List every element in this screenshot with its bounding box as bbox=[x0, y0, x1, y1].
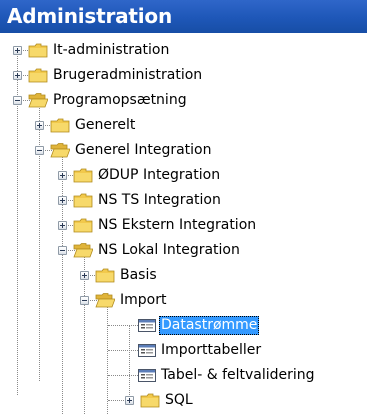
tree-item-label[interactable]: NS Ekstern Integration bbox=[96, 216, 258, 235]
tree-item-label[interactable]: Generelt bbox=[73, 116, 137, 135]
tree-item-sql[interactable]: SQL bbox=[0, 388, 367, 413]
form-icon bbox=[138, 369, 156, 382]
tree-item-label[interactable]: Basis bbox=[118, 266, 159, 285]
expand-plus-icon[interactable] bbox=[58, 196, 67, 205]
administration-panel: Administration It-administration Brugera… bbox=[0, 0, 367, 414]
collapse-minus-icon[interactable] bbox=[13, 96, 22, 105]
panel-header: Administration bbox=[0, 0, 367, 33]
navigation-tree: It-administration Brugeradministration P… bbox=[0, 33, 367, 414]
folder-icon bbox=[95, 268, 115, 283]
tree-item-label[interactable]: Importtabeller bbox=[159, 341, 263, 360]
tree-item-datastromme[interactable]: Datastrømme bbox=[0, 313, 367, 338]
tree-item-label[interactable]: SQL bbox=[163, 391, 195, 410]
folder-open-icon bbox=[95, 293, 115, 308]
tree-item-odup-integration[interactable]: ØDUP Integration bbox=[0, 163, 367, 188]
folder-open-icon bbox=[50, 143, 70, 158]
tree-item-label[interactable]: ØDUP Integration bbox=[96, 166, 222, 185]
tree-item-programopsaetning[interactable]: Programopsætning bbox=[0, 88, 367, 113]
tree-item-ns-ekstern-integration[interactable]: NS Ekstern Integration bbox=[0, 213, 367, 238]
tree-item-ns-lokal-integration[interactable]: NS Lokal Integration bbox=[0, 238, 367, 263]
tree-item-label[interactable]: Programopsætning bbox=[51, 91, 189, 110]
tree-item-it-administration[interactable]: It-administration bbox=[0, 38, 367, 63]
expand-plus-icon[interactable] bbox=[58, 221, 67, 230]
tree-item-label[interactable]: Generel Integration bbox=[73, 141, 214, 160]
form-icon bbox=[138, 344, 156, 357]
expand-plus-icon[interactable] bbox=[58, 171, 67, 180]
collapse-minus-icon[interactable] bbox=[35, 146, 44, 155]
expand-plus-icon[interactable] bbox=[13, 71, 22, 80]
folder-icon bbox=[28, 68, 48, 83]
tree-connector bbox=[108, 325, 138, 326]
tree-item-tabel-feltvalidering[interactable]: Tabel- & feltvalidering bbox=[0, 363, 367, 388]
form-icon bbox=[138, 319, 156, 332]
folder-icon bbox=[73, 168, 93, 183]
expand-plus-icon[interactable] bbox=[80, 271, 89, 280]
folder-icon bbox=[50, 118, 70, 133]
panel-title: Administration bbox=[7, 4, 173, 28]
tree-item-label[interactable]: It-administration bbox=[51, 41, 171, 60]
tree-item-label[interactable]: NS Lokal Integration bbox=[96, 241, 242, 260]
tree-item-label[interactable]: Import bbox=[118, 291, 168, 310]
expand-plus-icon[interactable] bbox=[35, 121, 44, 130]
tree-item-label[interactable]: Datastrømme bbox=[159, 316, 260, 335]
expand-plus-icon[interactable] bbox=[13, 46, 22, 55]
tree-item-basis[interactable]: Basis bbox=[0, 263, 367, 288]
folder-icon bbox=[28, 43, 48, 58]
tree-item-label[interactable]: Brugeradministration bbox=[51, 66, 204, 85]
tree-item-label[interactable]: NS TS Integration bbox=[96, 191, 223, 210]
tree-item-generelt[interactable]: Generelt bbox=[0, 113, 367, 138]
folder-icon bbox=[73, 193, 93, 208]
collapse-minus-icon[interactable] bbox=[80, 296, 89, 305]
tree-connector bbox=[108, 375, 138, 376]
folder-open-icon bbox=[73, 243, 93, 258]
folder-open-icon bbox=[28, 93, 48, 108]
tree-connector bbox=[108, 350, 138, 351]
tree-item-generel-integration[interactable]: Generel Integration bbox=[0, 138, 367, 163]
tree-item-import[interactable]: Import bbox=[0, 288, 367, 313]
tree-item-label[interactable]: Tabel- & feltvalidering bbox=[159, 366, 317, 385]
folder-icon bbox=[73, 218, 93, 233]
collapse-minus-icon[interactable] bbox=[58, 246, 67, 255]
tree-item-brugeradministration[interactable]: Brugeradministration bbox=[0, 63, 367, 88]
folder-icon bbox=[140, 393, 160, 408]
expand-plus-icon[interactable] bbox=[125, 396, 134, 405]
tree-item-importtabeller[interactable]: Importtabeller bbox=[0, 338, 367, 363]
tree-item-ns-ts-integration[interactable]: NS TS Integration bbox=[0, 188, 367, 213]
